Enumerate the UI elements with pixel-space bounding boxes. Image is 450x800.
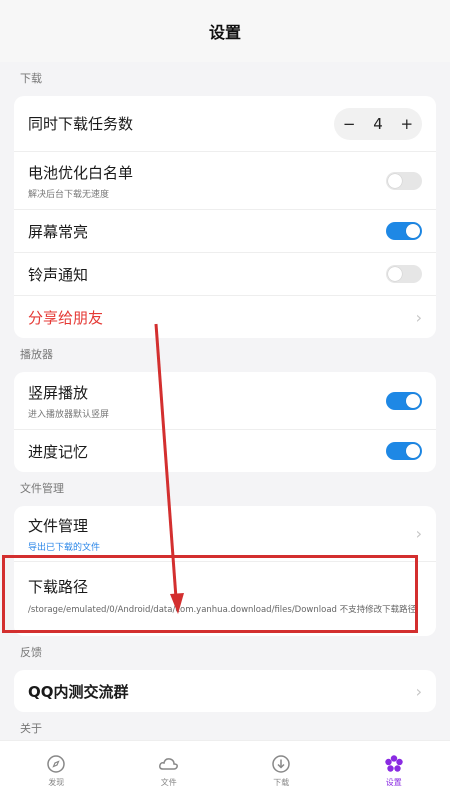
page-title: 设置 bbox=[208, 23, 241, 42]
progress-memory-title: 进度记忆 bbox=[28, 442, 89, 461]
compass-icon bbox=[47, 754, 65, 773]
concurrent-tasks-stepper: − 4 + bbox=[334, 107, 422, 140]
progress-memory-toggle[interactable] bbox=[386, 442, 422, 460]
feedback-card: QQ内测交流群 › bbox=[14, 670, 436, 712]
download-path-title: 下载路径 bbox=[28, 578, 89, 596]
portrait-play-toggle[interactable] bbox=[386, 391, 422, 410]
tab-downloads[interactable]: 下载 bbox=[251, 754, 311, 788]
tab-label-settings: 设置 bbox=[385, 777, 402, 787]
screen-on-title: 屏幕常亮 bbox=[28, 222, 89, 241]
tab-files[interactable]: 文件 bbox=[139, 754, 199, 788]
share-title: 分享给朋友 bbox=[28, 308, 104, 327]
qq-group-title: QQ内测交流群 bbox=[28, 682, 129, 701]
qq-group-row[interactable]: QQ内测交流群 › bbox=[14, 670, 436, 712]
top-bar: 设置 bbox=[0, 0, 450, 62]
download-path-value: /storage/emulated/0/Android/data/com.yan… bbox=[28, 605, 417, 615]
battery-whitelist-subtitle: 解决后台下载无速度 bbox=[28, 189, 110, 200]
file-manage-subtitle: 导出已下载的文件 bbox=[28, 542, 101, 553]
share-row[interactable]: 分享给朋友 › bbox=[14, 296, 436, 338]
battery-whitelist-title: 电池优化白名单 bbox=[28, 163, 134, 182]
flower-settings-icon bbox=[385, 754, 403, 772]
increment-button[interactable]: + bbox=[401, 115, 414, 133]
portrait-play-subtitle: 进入播放器默认竖屏 bbox=[28, 409, 110, 420]
section-label-feedback: 反馈 bbox=[20, 646, 42, 659]
file-manage-row[interactable]: 文件管理 导出已下载的文件 › bbox=[14, 506, 436, 562]
progress-memory-row[interactable]: 进度记忆 bbox=[14, 430, 436, 472]
download-circle-icon bbox=[272, 754, 290, 773]
file-manage-title: 文件管理 bbox=[28, 516, 89, 535]
screen-on-row[interactable]: 屏幕常亮 bbox=[14, 210, 436, 253]
ringtone-row[interactable]: 铃声通知 bbox=[14, 253, 436, 296]
concurrent-tasks-title: 同时下载任务数 bbox=[28, 115, 134, 133]
portrait-play-title: 竖屏播放 bbox=[28, 383, 89, 402]
screen-on-toggle[interactable] bbox=[386, 222, 422, 240]
download-card: 同时下载任务数 − 4 + 电池优化白名单 解决后台下载无速度 屏幕常亮 铃声通… bbox=[14, 96, 436, 338]
battery-whitelist-row[interactable]: 电池优化白名单 解决后台下载无速度 bbox=[14, 152, 436, 210]
section-label-files: 文件管理 bbox=[20, 482, 64, 495]
concurrent-tasks-value: 4 bbox=[373, 114, 383, 133]
section-label-download: 下载 bbox=[20, 72, 42, 85]
chevron-right-icon: › bbox=[415, 307, 422, 327]
tab-label-discover: 发现 bbox=[48, 777, 65, 787]
chevron-right-icon: › bbox=[415, 524, 422, 543]
concurrent-tasks-row: 同时下载任务数 − 4 + bbox=[14, 96, 436, 152]
chevron-right-icon: › bbox=[415, 681, 422, 701]
tab-label-files: 文件 bbox=[160, 777, 177, 787]
download-path-row[interactable]: 下载路径 /storage/emulated/0/Android/data/co… bbox=[14, 562, 436, 636]
portrait-play-row[interactable]: 竖屏播放 进入播放器默认竖屏 bbox=[14, 372, 436, 430]
tab-label-downloads: 下载 bbox=[273, 777, 290, 787]
cloud-icon bbox=[158, 757, 178, 770]
ringtone-title: 铃声通知 bbox=[28, 265, 89, 284]
tab-settings[interactable]: 设置 bbox=[364, 754, 424, 788]
tab-discover[interactable]: 发现 bbox=[26, 754, 86, 788]
section-label-player: 播放器 bbox=[20, 348, 53, 361]
decrement-button[interactable]: − bbox=[343, 115, 356, 133]
ringtone-toggle[interactable] bbox=[386, 265, 422, 283]
battery-whitelist-toggle[interactable] bbox=[386, 171, 422, 190]
bottom-tab-bar: 发现 文件 下载 设置 bbox=[0, 740, 450, 800]
player-card: 竖屏播放 进入播放器默认竖屏 进度记忆 bbox=[14, 372, 436, 472]
files-card: 文件管理 导出已下载的文件 › 下载路径 /storage/emulated/0… bbox=[14, 506, 436, 636]
